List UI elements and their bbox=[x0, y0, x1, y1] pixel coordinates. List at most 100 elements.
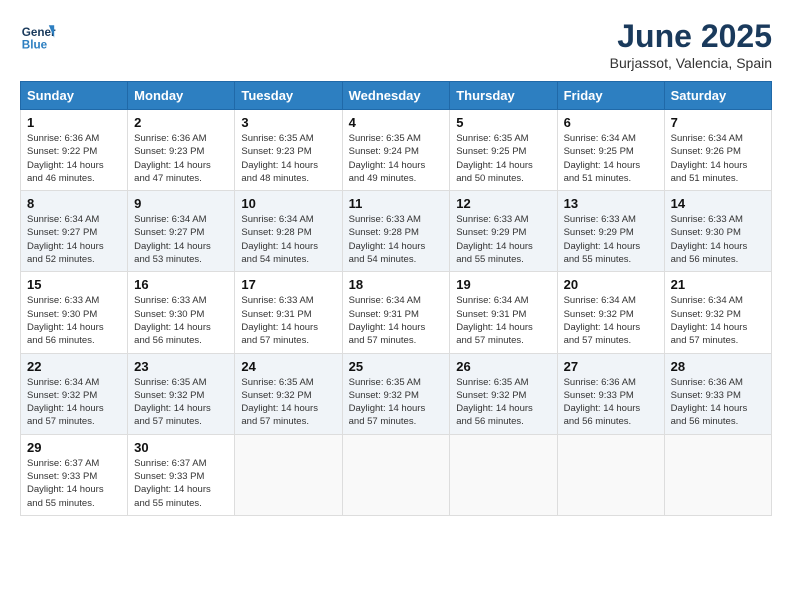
month-title: June 2025 bbox=[610, 18, 772, 55]
calendar-cell bbox=[450, 434, 557, 515]
calendar-cell bbox=[664, 434, 771, 515]
day-info: Sunrise: 6:34 AMSunset: 9:32 PMDaylight:… bbox=[671, 295, 748, 346]
calendar-cell: 17 Sunrise: 6:33 AMSunset: 9:31 PMDayligh… bbox=[235, 272, 342, 353]
day-info: Sunrise: 6:36 AMSunset: 9:22 PMDaylight:… bbox=[27, 133, 104, 184]
calendar-cell bbox=[235, 434, 342, 515]
calendar-cell: 7 Sunrise: 6:34 AMSunset: 9:26 PMDaylight… bbox=[664, 110, 771, 191]
day-number: 22 bbox=[27, 359, 121, 374]
day-info: Sunrise: 6:35 AMSunset: 9:32 PMDaylight:… bbox=[349, 377, 426, 428]
calendar-cell: 16 Sunrise: 6:33 AMSunset: 9:30 PMDayligh… bbox=[128, 272, 235, 353]
day-info: Sunrise: 6:33 AMSunset: 9:30 PMDaylight:… bbox=[27, 295, 104, 346]
day-info: Sunrise: 6:34 AMSunset: 9:31 PMDaylight:… bbox=[456, 295, 533, 346]
calendar-cell: 30 Sunrise: 6:37 AMSunset: 9:33 PMDayligh… bbox=[128, 434, 235, 515]
day-number: 12 bbox=[456, 196, 550, 211]
day-info: Sunrise: 6:36 AMSunset: 9:33 PMDaylight:… bbox=[564, 377, 641, 428]
day-number: 30 bbox=[134, 440, 228, 455]
calendar-cell: 11Sunrise: 6:33 AMSunset: 9:28 PMDayligh… bbox=[342, 191, 450, 272]
day-info: Sunrise: 6:34 AMSunset: 9:32 PMDaylight:… bbox=[564, 295, 641, 346]
calendar-cell: 15 Sunrise: 6:33 AMSunset: 9:30 PMDayligh… bbox=[21, 272, 128, 353]
day-number: 27 bbox=[564, 359, 658, 374]
weekday-header: Thursday bbox=[450, 82, 557, 110]
day-info: Sunrise: 6:34 AMSunset: 9:31 PMDaylight:… bbox=[349, 295, 426, 346]
weekday-header: Wednesday bbox=[342, 82, 450, 110]
calendar-cell: 20 Sunrise: 6:34 AMSunset: 9:32 PMDayligh… bbox=[557, 272, 664, 353]
calendar-week-row: 15 Sunrise: 6:33 AMSunset: 9:30 PMDayligh… bbox=[21, 272, 772, 353]
calendar-cell: 2 Sunrise: 6:36 AMSunset: 9:23 PMDaylight… bbox=[128, 110, 235, 191]
calendar-cell bbox=[342, 434, 450, 515]
day-info: Sunrise: 6:35 AMSunset: 9:25 PMDaylight:… bbox=[456, 133, 533, 184]
weekday-header: Saturday bbox=[664, 82, 771, 110]
calendar-cell: 1 Sunrise: 6:36 AMSunset: 9:22 PMDaylight… bbox=[21, 110, 128, 191]
calendar-cell: 14 Sunrise: 6:33 AMSunset: 9:30 PMDayligh… bbox=[664, 191, 771, 272]
day-info: Sunrise: 6:34 AMSunset: 9:25 PMDaylight:… bbox=[564, 133, 641, 184]
day-info: Sunrise: 6:33 AMSunset: 9:30 PMDaylight:… bbox=[134, 295, 211, 346]
day-info: Sunrise: 6:33 AMSunset: 9:30 PMDaylight:… bbox=[671, 214, 748, 265]
svg-text:Blue: Blue bbox=[22, 39, 48, 52]
calendar-week-row: 8Sunrise: 6:34 AMSunset: 9:27 PMDaylight… bbox=[21, 191, 772, 272]
day-number: 5 bbox=[456, 115, 550, 130]
day-info: Sunrise: 6:35 AMSunset: 9:32 PMDaylight:… bbox=[134, 377, 211, 428]
day-info: Sunrise: 6:34 AMSunset: 9:28 PMDaylight:… bbox=[241, 214, 318, 265]
day-number: 6 bbox=[564, 115, 658, 130]
calendar-cell: 29 Sunrise: 6:37 AMSunset: 9:33 PMDayligh… bbox=[21, 434, 128, 515]
day-info: Sunrise: 6:35 AMSunset: 9:32 PMDaylight:… bbox=[456, 377, 533, 428]
calendar-cell: 9 Sunrise: 6:34 AMSunset: 9:27 PMDaylight… bbox=[128, 191, 235, 272]
calendar-cell: 10Sunrise: 6:34 AMSunset: 9:28 PMDayligh… bbox=[235, 191, 342, 272]
day-number: 21 bbox=[671, 277, 765, 292]
title-area: June 2025 Burjassot, Valencia, Spain bbox=[610, 18, 772, 71]
day-info: Sunrise: 6:34 AMSunset: 9:26 PMDaylight:… bbox=[671, 133, 748, 184]
day-number: 2 bbox=[134, 115, 228, 130]
day-number: 18 bbox=[349, 277, 444, 292]
day-number: 11 bbox=[349, 196, 444, 211]
day-number: 24 bbox=[241, 359, 335, 374]
calendar-cell: 12Sunrise: 6:33 AMSunset: 9:29 PMDayligh… bbox=[450, 191, 557, 272]
day-info: Sunrise: 6:36 AMSunset: 9:33 PMDaylight:… bbox=[671, 377, 748, 428]
day-number: 1 bbox=[27, 115, 121, 130]
calendar-cell: 28 Sunrise: 6:36 AMSunset: 9:33 PMDayligh… bbox=[664, 353, 771, 434]
calendar-cell: 22 Sunrise: 6:34 AMSunset: 9:32 PMDayligh… bbox=[21, 353, 128, 434]
day-number: 7 bbox=[671, 115, 765, 130]
day-info: Sunrise: 6:34 AMSunset: 9:27 PMDaylight:… bbox=[27, 214, 104, 265]
day-number: 28 bbox=[671, 359, 765, 374]
calendar-cell: 26Sunrise: 6:35 AMSunset: 9:32 PMDayligh… bbox=[450, 353, 557, 434]
calendar-cell: 21 Sunrise: 6:34 AMSunset: 9:32 PMDayligh… bbox=[664, 272, 771, 353]
day-number: 15 bbox=[27, 277, 121, 292]
day-number: 14 bbox=[671, 196, 765, 211]
calendar-cell: 3 Sunrise: 6:35 AMSunset: 9:23 PMDaylight… bbox=[235, 110, 342, 191]
calendar-cell: 8Sunrise: 6:34 AMSunset: 9:27 PMDaylight… bbox=[21, 191, 128, 272]
day-info: Sunrise: 6:37 AMSunset: 9:33 PMDaylight:… bbox=[27, 458, 104, 509]
day-number: 19 bbox=[456, 277, 550, 292]
calendar-cell: 23 Sunrise: 6:35 AMSunset: 9:32 PMDayligh… bbox=[128, 353, 235, 434]
calendar-cell: 24 Sunrise: 6:35 AMSunset: 9:32 PMDayligh… bbox=[235, 353, 342, 434]
day-info: Sunrise: 6:33 AMSunset: 9:31 PMDaylight:… bbox=[241, 295, 318, 346]
page-header: General Blue June 2025 Burjassot, Valenc… bbox=[20, 18, 772, 71]
day-info: Sunrise: 6:35 AMSunset: 9:32 PMDaylight:… bbox=[241, 377, 318, 428]
day-number: 29 bbox=[27, 440, 121, 455]
calendar-week-row: 29 Sunrise: 6:37 AMSunset: 9:33 PMDayligh… bbox=[21, 434, 772, 515]
calendar-cell: 25 Sunrise: 6:35 AMSunset: 9:32 PMDayligh… bbox=[342, 353, 450, 434]
calendar-cell: 5 Sunrise: 6:35 AMSunset: 9:25 PMDaylight… bbox=[450, 110, 557, 191]
calendar-cell: 13 Sunrise: 6:33 AMSunset: 9:29 PMDayligh… bbox=[557, 191, 664, 272]
logo: General Blue bbox=[20, 18, 56, 54]
day-info: Sunrise: 6:35 AMSunset: 9:23 PMDaylight:… bbox=[241, 133, 318, 184]
calendar-cell: 19 Sunrise: 6:34 AMSunset: 9:31 PMDayligh… bbox=[450, 272, 557, 353]
day-number: 9 bbox=[134, 196, 228, 211]
day-number: 25 bbox=[349, 359, 444, 374]
day-info: Sunrise: 6:35 AMSunset: 9:24 PMDaylight:… bbox=[349, 133, 426, 184]
day-info: Sunrise: 6:34 AMSunset: 9:32 PMDaylight:… bbox=[27, 377, 104, 428]
calendar-cell: 4Sunrise: 6:35 AMSunset: 9:24 PMDaylight… bbox=[342, 110, 450, 191]
day-number: 20 bbox=[564, 277, 658, 292]
day-number: 16 bbox=[134, 277, 228, 292]
day-number: 13 bbox=[564, 196, 658, 211]
weekday-header: Sunday bbox=[21, 82, 128, 110]
calendar-cell: 27 Sunrise: 6:36 AMSunset: 9:33 PMDayligh… bbox=[557, 353, 664, 434]
calendar-week-row: 22 Sunrise: 6:34 AMSunset: 9:32 PMDayligh… bbox=[21, 353, 772, 434]
day-info: Sunrise: 6:36 AMSunset: 9:23 PMDaylight:… bbox=[134, 133, 211, 184]
day-number: 3 bbox=[241, 115, 335, 130]
calendar-cell: 6 Sunrise: 6:34 AMSunset: 9:25 PMDaylight… bbox=[557, 110, 664, 191]
day-info: Sunrise: 6:34 AMSunset: 9:27 PMDaylight:… bbox=[134, 214, 211, 265]
day-number: 17 bbox=[241, 277, 335, 292]
day-info: Sunrise: 6:33 AMSunset: 9:29 PMDaylight:… bbox=[564, 214, 641, 265]
day-number: 23 bbox=[134, 359, 228, 374]
day-info: Sunrise: 6:37 AMSunset: 9:33 PMDaylight:… bbox=[134, 458, 211, 509]
